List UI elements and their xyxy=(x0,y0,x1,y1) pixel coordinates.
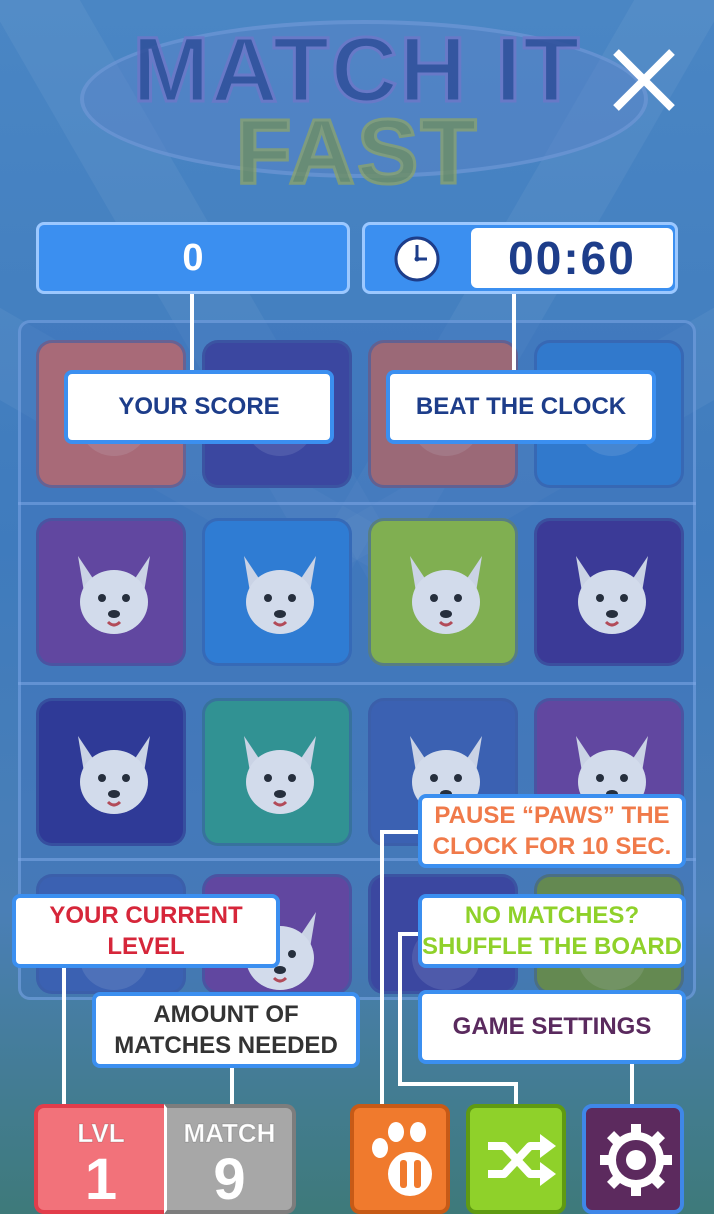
level-label: LVL xyxy=(77,1118,125,1149)
persian-cat-icon xyxy=(244,556,316,634)
spitz-icon xyxy=(78,736,150,814)
matches-callout-line1: AMOUNT OF xyxy=(153,1000,299,1028)
clock-callout: BEAT THE CLOCK xyxy=(386,370,656,444)
board-row-divider xyxy=(18,682,696,685)
level-connector xyxy=(62,966,66,1106)
settings-connector xyxy=(630,1062,634,1106)
settings-callout-text: GAME SETTINGS xyxy=(452,1013,652,1041)
level-callout-line2: LEVEL xyxy=(107,933,185,960)
clock-icon xyxy=(394,236,440,282)
pause-button[interactable] xyxy=(350,1104,450,1214)
card-tile[interactable] xyxy=(202,518,352,666)
matches-connector xyxy=(230,1068,234,1106)
gear-icon xyxy=(600,1124,672,1196)
card-tile[interactable] xyxy=(368,518,518,666)
chihuahua-icon xyxy=(78,556,150,634)
matches-callout: AMOUNT OF MATCHES NEEDED xyxy=(92,992,360,1068)
shuffle-connector-v xyxy=(398,932,402,1084)
card-tile[interactable] xyxy=(202,698,352,846)
score-callout: YOUR SCORE xyxy=(64,370,334,444)
score-value: 0 xyxy=(182,236,204,279)
shuffle-callout-line2: SHUFFLE THE BOARD xyxy=(422,933,682,960)
shuffle-connector-d xyxy=(514,1082,518,1106)
shuffle-callout-line1: NO MATCHES? xyxy=(464,901,640,929)
pause-connector-v xyxy=(380,830,384,1106)
doberman-icon xyxy=(410,556,482,634)
corgi-icon xyxy=(576,556,648,634)
card-tile[interactable] xyxy=(36,698,186,846)
level-callout-line1: YOUR CURRENT xyxy=(49,901,243,929)
card-tile[interactable] xyxy=(534,518,684,666)
clock-connector xyxy=(512,294,516,372)
level-callout: YOUR CURRENT LEVEL xyxy=(12,894,280,968)
score-connector xyxy=(190,294,194,372)
shuffle-icon xyxy=(488,1134,556,1186)
shuffle-connector-b xyxy=(398,1082,516,1086)
close-button[interactable] xyxy=(606,42,682,118)
shuffle-button[interactable] xyxy=(466,1104,566,1214)
shuffle-callout: NO MATCHES? SHUFFLE THE BOARD xyxy=(418,894,686,968)
pause-connector-h xyxy=(380,830,422,834)
paw-pause-icon xyxy=(372,1122,432,1196)
settings-callout: GAME SETTINGS xyxy=(418,990,686,1064)
match-value: 9 xyxy=(213,1147,246,1212)
pause-callout-line2: CLOCK FOR 10 SEC. xyxy=(432,833,672,860)
matches-callout-line2: MATCHES NEEDED xyxy=(114,1032,338,1059)
score-callout-text: YOUR SCORE xyxy=(118,393,280,421)
timer-display: 00:60 xyxy=(362,222,678,294)
score-display: 0 xyxy=(36,222,350,294)
card-tile[interactable] xyxy=(36,518,186,666)
timer-value: 00:60 xyxy=(471,228,673,288)
level-indicator: LVL 1 xyxy=(34,1104,164,1214)
match-indicator: MATCH 9 xyxy=(164,1104,296,1214)
settings-button[interactable] xyxy=(582,1104,684,1214)
pause-callout-line1: PAUSE “PAWS” THE xyxy=(434,801,670,829)
calico-cat-icon xyxy=(244,736,316,814)
clock-callout-text: BEAT THE CLOCK xyxy=(415,393,627,421)
match-label: MATCH xyxy=(183,1118,276,1149)
level-value: 1 xyxy=(84,1147,118,1212)
close-icon xyxy=(613,49,675,111)
pause-callout: PAUSE “PAWS” THE CLOCK FOR 10 SEC. xyxy=(418,794,686,868)
board-row-divider xyxy=(18,502,696,505)
